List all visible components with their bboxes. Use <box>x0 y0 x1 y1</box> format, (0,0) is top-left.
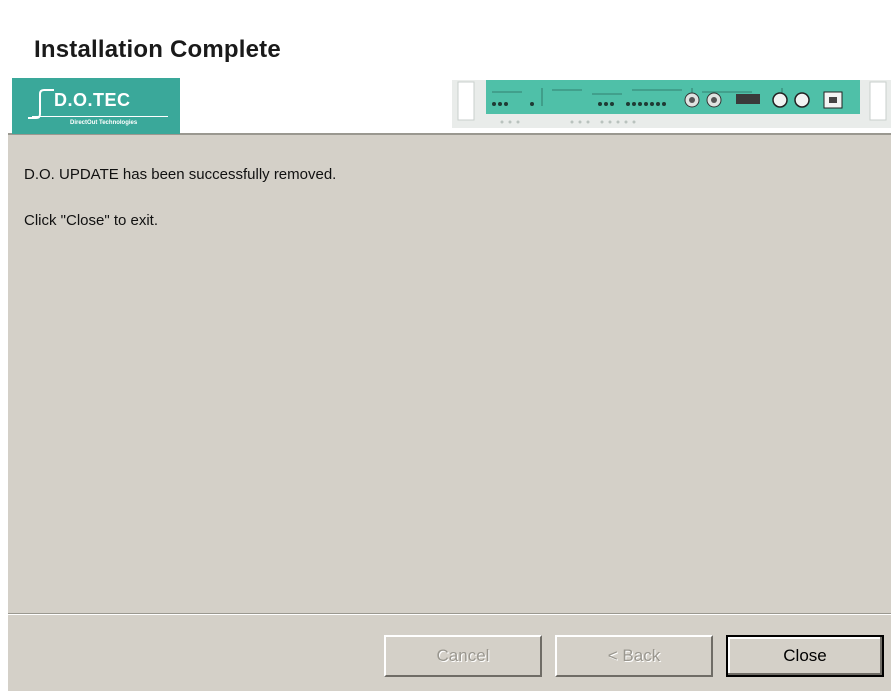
device-panel-image <box>452 80 891 128</box>
instruction-text: Click "Close" to exit. <box>24 212 159 229</box>
status-message: D.O. UPDATE has been successfully remove… <box>24 166 337 183</box>
footer-divider <box>8 613 891 615</box>
installer-window: Installation Complete D.O.TEC DirectOut … <box>0 0 891 691</box>
logo-mark-icon <box>28 89 54 119</box>
logo-tagline: DirectOut Technologies <box>70 120 138 126</box>
page-title: Installation Complete <box>34 36 281 63</box>
logo-brand: D.O.TEC <box>54 90 131 110</box>
close-button[interactable]: Close <box>726 635 884 677</box>
header-banner: Installation Complete D.O.TEC DirectOut … <box>8 0 891 135</box>
back-button[interactable]: < Back <box>555 635 713 677</box>
logo-underline <box>32 116 168 117</box>
cancel-button[interactable]: Cancel <box>384 635 542 677</box>
dotec-logo: D.O.TEC DirectOut Technologies <box>12 78 180 134</box>
